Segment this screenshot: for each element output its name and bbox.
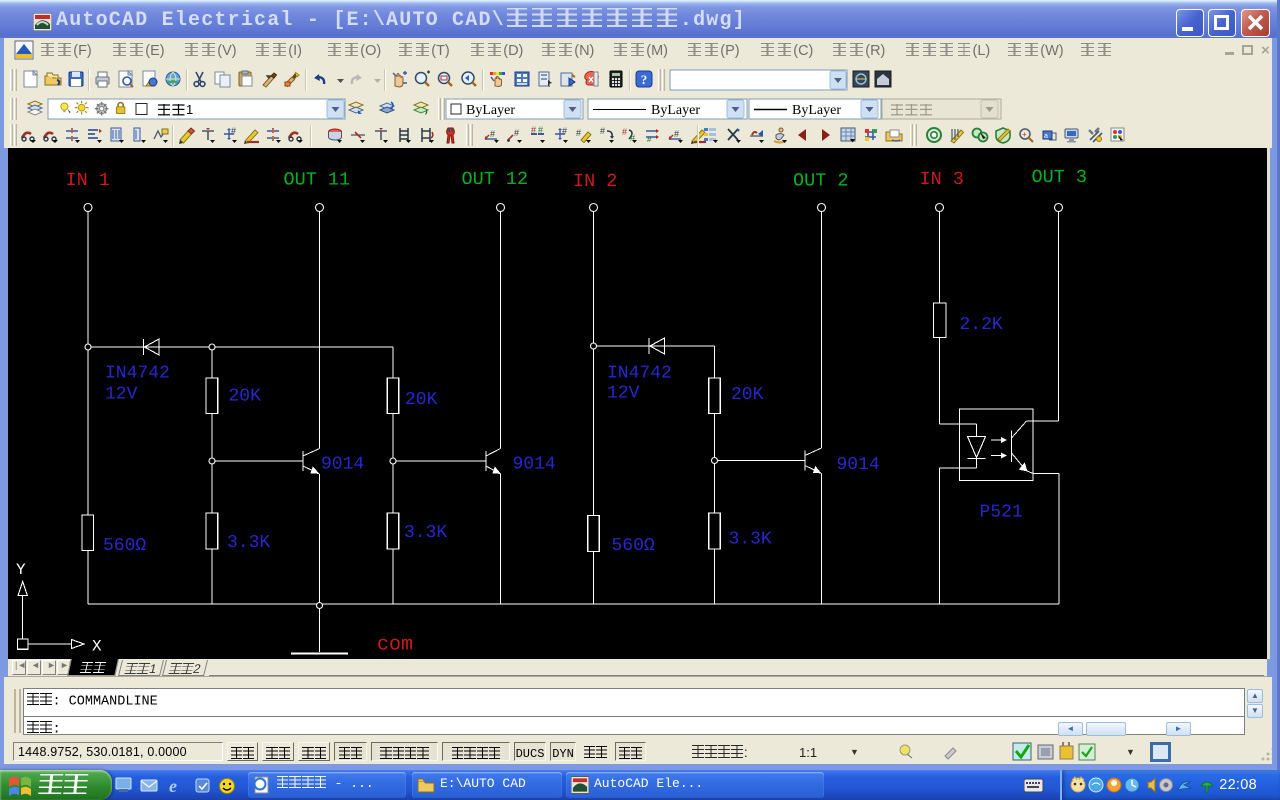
- svg-text:#: #: [576, 128, 581, 138]
- svg-text:ByLayer: ByLayer: [651, 103, 700, 118]
- svg-text:+: +: [1022, 130, 1027, 139]
- svg-text:?: ?: [641, 72, 648, 87]
- svg-text:#: #: [674, 129, 679, 139]
- svg-text:#: #: [490, 129, 495, 139]
- svg-text:3.3K: 3.3K: [729, 530, 772, 550]
- svg-text:#: #: [538, 125, 543, 135]
- svg-text:#: #: [531, 125, 536, 135]
- svg-text:IN 2: IN 2: [573, 171, 617, 192]
- svg-text:e: e: [169, 776, 177, 796]
- svg-text:9014: 9014: [837, 455, 880, 475]
- svg-text:#: #: [514, 128, 519, 138]
- svg-text:3.3K: 3.3K: [404, 523, 447, 543]
- svg-text:a: a: [1044, 133, 1048, 140]
- svg-text:OUT 12: OUT 12: [462, 169, 529, 190]
- svg-text:OUT 2: OUT 2: [793, 171, 849, 192]
- svg-text:9014: 9014: [321, 455, 364, 475]
- svg-text:X: X: [92, 638, 102, 656]
- svg-text:IN 3: IN 3: [920, 169, 964, 190]
- svg-text:#: #: [231, 126, 236, 136]
- svg-text:12V: 12V: [105, 385, 138, 405]
- svg-text:#: #: [600, 126, 605, 136]
- svg-text:9014: 9014: [513, 455, 556, 475]
- svg-text:OUT 11: OUT 11: [284, 170, 351, 191]
- svg-text:ByLayer: ByLayer: [792, 103, 841, 118]
- svg-text:560Ω: 560Ω: [612, 536, 655, 556]
- svg-text:20K: 20K: [229, 387, 262, 407]
- svg-text:20K: 20K: [731, 385, 764, 405]
- svg-text:2.2K: 2.2K: [960, 315, 1003, 335]
- svg-text:IN 1: IN 1: [66, 170, 110, 191]
- svg-text:560Ω: 560Ω: [103, 536, 146, 556]
- svg-text:12V: 12V: [607, 384, 640, 404]
- svg-text:#: #: [622, 127, 627, 137]
- svg-text:#: #: [562, 126, 567, 136]
- svg-text:20K: 20K: [405, 390, 438, 410]
- svg-text:1: 1: [186, 102, 193, 117]
- svg-text:OUT 3: OUT 3: [1032, 167, 1088, 188]
- svg-text:P521: P521: [980, 503, 1023, 523]
- svg-text:ByLayer: ByLayer: [466, 103, 515, 118]
- svg-text:com: com: [377, 634, 413, 657]
- svg-text:#: #: [647, 135, 652, 144]
- svg-text:IN4742: IN4742: [607, 364, 672, 384]
- svg-text:IN4742: IN4742: [105, 364, 170, 384]
- svg-text:3.3K: 3.3K: [227, 533, 270, 553]
- svg-text:Y: Y: [16, 561, 26, 579]
